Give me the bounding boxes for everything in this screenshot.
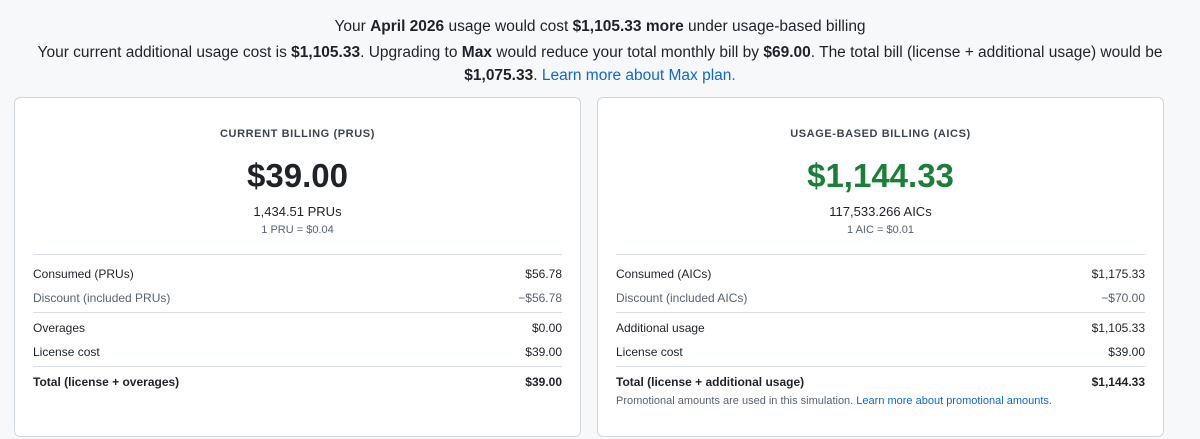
learn-more-promotional-link[interactable]: Learn more about promotional amounts. bbox=[856, 395, 1052, 407]
row-value: $39.00 bbox=[525, 375, 562, 389]
summary-text: . The total bill (license + additional u… bbox=[810, 44, 1163, 61]
current-additional-cost: $1,105.33 bbox=[291, 44, 361, 61]
headline-text: under usage-based billing bbox=[683, 18, 866, 35]
current-billing-amount: $39.00 bbox=[247, 157, 348, 194]
summary-text: would reduce your total monthly bill by bbox=[491, 44, 764, 61]
billing-row: License cost $39.00 bbox=[33, 342, 562, 362]
row-value: $56.78 bbox=[525, 267, 562, 281]
billing-row: Discount (included AICs) −$70.00 bbox=[616, 288, 1145, 308]
divider bbox=[33, 254, 562, 255]
row-value: $1,175.33 bbox=[1091, 267, 1145, 281]
usage-headline: Your April 2026 usage would cost $1,105.… bbox=[0, 16, 1200, 38]
card-title: USAGE-BASED BILLING (AICS) bbox=[790, 128, 971, 140]
divider bbox=[616, 254, 1145, 255]
pru-rate: 1 PRU = $0.04 bbox=[261, 224, 334, 236]
note-text: Promotional amounts are used in this sim… bbox=[616, 395, 857, 407]
summary-text: . bbox=[533, 67, 542, 84]
aic-count: 117,533.266 AICs bbox=[829, 204, 932, 219]
row-label: License cost bbox=[616, 345, 683, 359]
row-label: Total (license + overages) bbox=[33, 375, 180, 389]
current-billing-card: CURRENT BILLING (PRUS) $39.00 1,434.51 P… bbox=[14, 97, 581, 437]
billing-total-row: Total (license + additional usage) $1,14… bbox=[616, 372, 1145, 392]
headline-text: Your bbox=[334, 18, 371, 35]
row-label: Additional usage bbox=[616, 321, 705, 335]
usage-summary: Your current additional usage cost is $1… bbox=[30, 41, 1170, 87]
projected-total: $1,075.33 bbox=[464, 67, 534, 84]
row-value: −$56.78 bbox=[518, 291, 562, 305]
row-value: $1,144.33 bbox=[1091, 375, 1145, 389]
billing-row: Consumed (AICs) $1,175.33 bbox=[616, 264, 1145, 284]
row-label: Discount (included PRUs) bbox=[33, 291, 171, 305]
summary-text: Your current additional usage cost is bbox=[37, 44, 292, 61]
billing-row: Discount (included PRUs) −$56.78 bbox=[33, 288, 562, 308]
savings-amount: $69.00 bbox=[763, 44, 811, 61]
row-value: $0.00 bbox=[531, 321, 562, 335]
card-title: CURRENT BILLING (PRUS) bbox=[220, 128, 375, 140]
divider bbox=[33, 366, 562, 367]
row-value: −$70.00 bbox=[1101, 291, 1145, 305]
promotional-note: Promotional amounts are used in this sim… bbox=[616, 393, 1052, 409]
row-label: Consumed (PRUs) bbox=[33, 267, 134, 281]
usage-billing-amount: $1,144.33 bbox=[807, 157, 954, 194]
usage-based-billing-card: USAGE-BASED BILLING (AICS) $1,144.33 117… bbox=[597, 97, 1164, 437]
row-value: $39.00 bbox=[1108, 345, 1145, 359]
plan-name: Max bbox=[461, 44, 492, 61]
row-label: Overages bbox=[33, 321, 86, 335]
row-value: $1,105.33 bbox=[1091, 321, 1145, 335]
headline-text: usage would cost bbox=[444, 18, 573, 35]
divider bbox=[33, 312, 562, 313]
row-label: Total (license + additional usage) bbox=[616, 375, 805, 389]
billing-total-row: Total (license + overages) $39.00 bbox=[33, 372, 562, 392]
row-label: License cost bbox=[33, 345, 100, 359]
headline-period: April 2026 bbox=[370, 18, 445, 35]
summary-text: . Upgrading to bbox=[360, 44, 462, 61]
row-value: $39.00 bbox=[525, 345, 562, 359]
row-label: Consumed (AICs) bbox=[616, 267, 712, 281]
row-label: Discount (included AICs) bbox=[616, 291, 748, 305]
pru-count: 1,434.51 PRUs bbox=[253, 204, 342, 219]
aic-rate: 1 AIC = $0.01 bbox=[847, 224, 914, 236]
billing-row: Additional usage $1,105.33 bbox=[616, 318, 1145, 338]
learn-more-max-link[interactable]: Learn more about Max plan. bbox=[542, 67, 736, 84]
billing-row: Consumed (PRUs) $56.78 bbox=[33, 264, 562, 284]
divider bbox=[616, 366, 1145, 367]
divider bbox=[616, 312, 1145, 313]
headline-amount: $1,105.33 more bbox=[572, 18, 684, 35]
billing-row: Overages $0.00 bbox=[33, 318, 562, 338]
billing-row: License cost $39.00 bbox=[616, 342, 1145, 362]
